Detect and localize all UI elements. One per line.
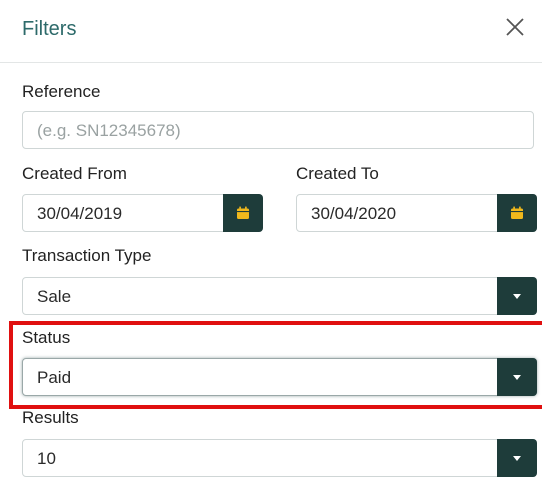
created-from-label: Created From: [22, 164, 127, 183]
calendar-icon: [511, 206, 523, 219]
transaction-type-value: Sale: [37, 287, 72, 306]
results-dropdown-button[interactable]: [497, 439, 537, 477]
close-icon[interactable]: [502, 14, 528, 40]
status-label: Status: [22, 328, 71, 347]
created-to-label: Created To: [296, 164, 379, 183]
transaction-type-select[interactable]: Sale: [22, 277, 537, 315]
created-from-calendar-button[interactable]: [223, 194, 263, 232]
created-to-calendar-button[interactable]: [497, 194, 537, 232]
created-from-input[interactable]: 30/04/2019: [22, 194, 263, 232]
chevron-down-icon: [513, 374, 521, 380]
created-from-value: 30/04/2019: [37, 204, 123, 223]
transaction-type-dropdown-button[interactable]: [497, 277, 537, 315]
status-value: Paid: [37, 368, 72, 387]
filters-header: Filters: [0, 0, 542, 63]
filters-title: Filters: [22, 18, 77, 40]
transaction-type-label: Transaction Type: [22, 246, 152, 265]
status-select[interactable]: Paid: [22, 358, 537, 396]
results-select[interactable]: 10: [22, 439, 537, 477]
reference-placeholder: (e.g. SN12345678): [37, 121, 181, 140]
chevron-down-icon: [513, 455, 521, 461]
status-dropdown-button[interactable]: [497, 358, 537, 396]
results-value: 10: [37, 449, 56, 468]
reference-label: Reference: [22, 82, 101, 101]
results-label: Results: [22, 408, 79, 427]
reference-input[interactable]: (e.g. SN12345678): [22, 111, 534, 149]
created-to-value: 30/04/2020: [311, 204, 397, 223]
chevron-down-icon: [513, 293, 521, 299]
created-to-input[interactable]: 30/04/2020: [296, 194, 537, 232]
calendar-icon: [237, 206, 249, 219]
